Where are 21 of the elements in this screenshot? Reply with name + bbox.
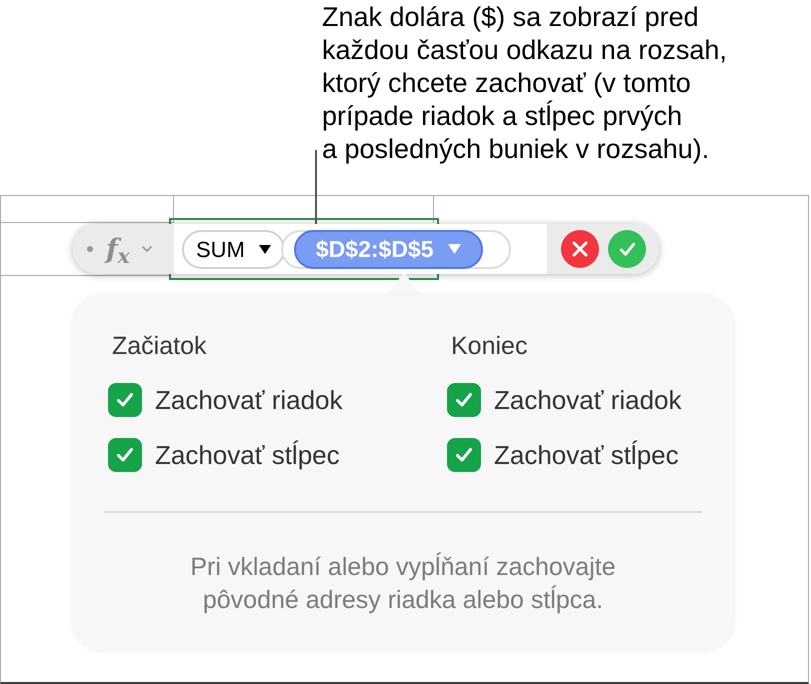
close-icon: [572, 241, 588, 257]
caret-down-icon: [448, 244, 461, 254]
confirm-button[interactable]: [608, 230, 646, 268]
checkbox[interactable]: [108, 438, 142, 472]
checkbox[interactable]: [447, 383, 481, 417]
checkbox[interactable]: [108, 383, 142, 417]
formula-field[interactable]: SUM $D$2:$D$5: [174, 224, 547, 274]
drag-handle-icon: [87, 246, 93, 252]
checkbox-label: Zachovať riadok: [155, 384, 343, 416]
checkbox[interactable]: [447, 438, 481, 472]
callout-text: Znak dolára ($) sa zobrazí pred každou časťou odkazu na rozsah, ktorý chcete zachovať (v tomto prípade riadok a stĺpec prvých a posledných buniek v rozsahu).: [322, 1, 727, 166]
checkbox-label: Zachovať stĺpec: [155, 439, 340, 471]
group-heading: Koniec: [450, 331, 528, 362]
checkbox-label: Zachovať riadok: [494, 384, 682, 416]
chevron-down-icon: [142, 246, 152, 252]
checkbox-label: Zachovať stĺpec: [494, 439, 679, 471]
note-text: Pri vkladaní alebo vypĺňaní zachovajte pôvodné adresy riadka alebo stĺpca.: [190, 551, 616, 616]
group-heading: Začiatok: [111, 331, 206, 362]
caret-down-icon: [258, 244, 271, 254]
function-token[interactable]: SUM: [182, 230, 285, 268]
cancel-button[interactable]: [561, 230, 599, 268]
